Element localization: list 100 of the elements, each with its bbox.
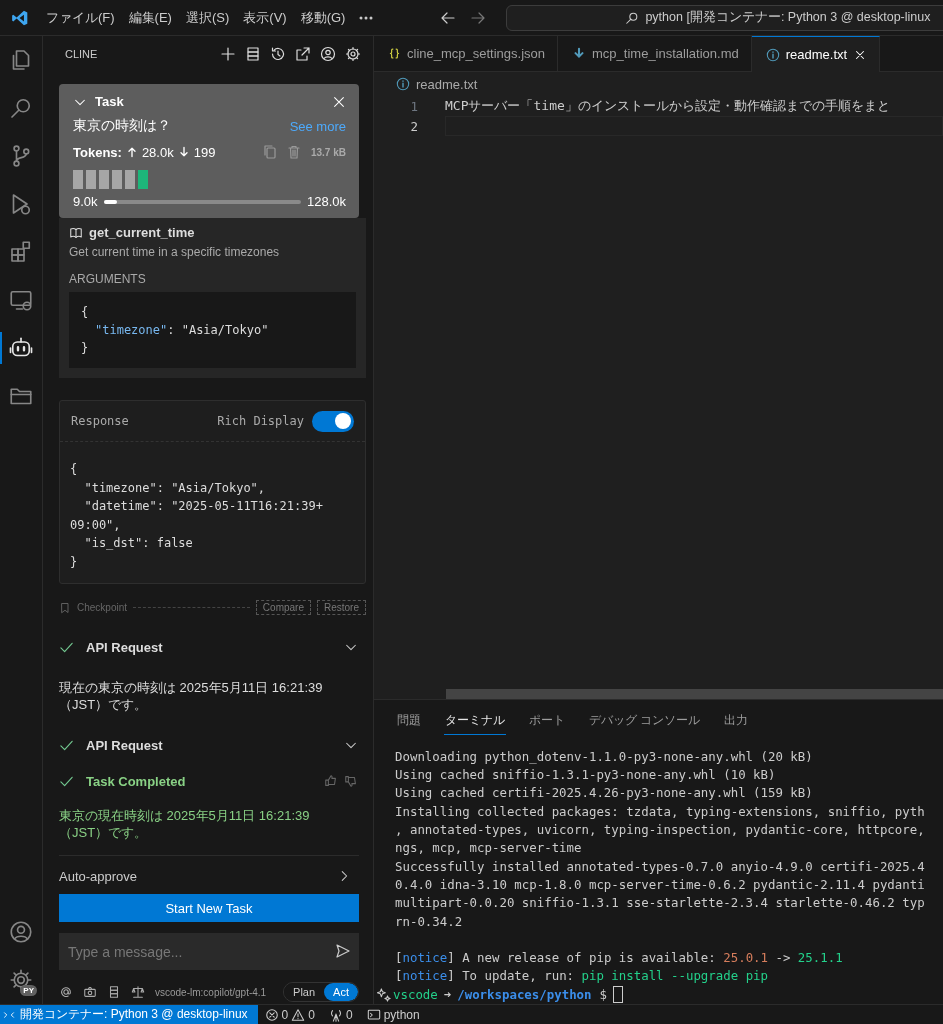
editor-tab[interactable]: readme.txt	[751, 36, 881, 72]
line-number: 1	[409, 98, 418, 114]
terminal-line: ngs, mcp, mcp-server-time	[395, 839, 583, 858]
server-icon[interactable]	[245, 46, 261, 62]
open-external-icon[interactable]	[295, 46, 311, 62]
sidebar-title: CLINE	[65, 48, 99, 60]
camera-icon[interactable]	[83, 985, 97, 999]
editor-tab[interactable]: mcp_time_installation.md	[558, 36, 752, 72]
code-line: 09:00",	[70, 516, 122, 534]
terminal-line: Using cached sniffio-1.3.1-py3-none-any.whl (10 kB)	[395, 766, 777, 785]
info-icon	[765, 47, 780, 62]
code-line: {	[81, 304, 90, 321]
terminal-line: , annotated-types, uvicorn, typing-inspection, pydantic-core, httpcore,	[395, 821, 926, 840]
mode-toggle[interactable]: Act	[324, 983, 358, 1001]
panel-tab[interactable]: 問題	[396, 708, 422, 735]
checkpoint-label: Checkpoint	[77, 602, 128, 613]
menu-item[interactable]: 移動(G)	[293, 4, 353, 31]
auto-approve-label[interactable]: Auto-approve	[59, 868, 337, 884]
panel-tab[interactable]: ターミナル	[444, 708, 506, 735]
rich-display-toggle[interactable]	[312, 410, 354, 432]
menu-item[interactable]: ファイル(F)	[39, 4, 122, 31]
problems-indicator[interactable]: 0 0	[257, 1007, 322, 1022]
send-icon[interactable]	[335, 943, 351, 959]
book-icon	[69, 225, 83, 240]
panel-tab[interactable]: ポート	[528, 708, 566, 735]
code-line: {	[70, 461, 79, 478]
terminal-cursor	[613, 986, 623, 1004]
prompt-symbol: $	[599, 985, 607, 1004]
checkpoint-button[interactable]: Compare	[255, 600, 311, 615]
thumbs-up-icon[interactable]	[324, 774, 338, 788]
code-line: MCPサーバー「time」のインストールから設定・動作確認までの手順をまと	[445, 97, 890, 115]
model-name[interactable]: vscode-lm:copilot/gpt-4.1	[155, 986, 274, 998]
terminal-line: Installing collected packages: tzdata, typing-extensions, sniffio, pyth	[395, 802, 926, 821]
arrow-up-icon	[125, 146, 138, 158]
context-used: 9.0k	[73, 194, 98, 209]
menu-item[interactable]: 表示(V)	[236, 4, 294, 31]
terminal-line: Downloading python_dotenv-1.1.0-py3-none-any.whl (20 kB)	[395, 747, 814, 766]
task-completed-label: Task Completed	[86, 773, 187, 789]
task-question: 東京の時刻は？	[73, 117, 172, 135]
monitor-icon[interactable]	[9, 288, 33, 312]
context-total: 128.0k	[306, 194, 346, 209]
scale-icon[interactable]	[131, 985, 145, 999]
menu-item[interactable]: 編集(E)	[121, 4, 179, 31]
plus-icon[interactable]	[220, 46, 236, 62]
tool-description: Get current time in a specific timezones	[69, 245, 281, 259]
search-icon	[625, 10, 640, 25]
terminal-line: multipart-0.0.20 sniffio-1.3.1 sse-starlette-2.3.4 starlette-0.46.2 typ	[395, 894, 926, 913]
command-center-search[interactable]: python [開発コンテナー: Python 3 @ desktop-linux	[506, 4, 943, 31]
panel-tab[interactable]: デバッグ コンソール	[588, 708, 702, 735]
panel-tab[interactable]: 出力	[723, 708, 750, 735]
tokens-down: 199	[193, 144, 216, 160]
editor-tab[interactable]: cline_mcp_settings.json	[374, 36, 559, 72]
braces-icon	[388, 47, 401, 60]
code-line: }	[81, 340, 90, 357]
history-icon[interactable]	[270, 46, 286, 62]
prompt-path: /workspaces/python	[457, 985, 592, 1004]
terminal-icon	[366, 1007, 381, 1022]
code-line: "timezone": "Asia/Tokyo"	[94, 322, 270, 339]
api-request-label: API Request	[86, 737, 164, 753]
horizontal-scrollbar[interactable]	[446, 689, 943, 699]
code-line: "datetime": "2025-05-11T16:21:39+	[83, 498, 324, 515]
error-icon	[264, 1007, 279, 1022]
tool-name: get_current_time	[89, 225, 195, 240]
terminal-line: rn-0.34.2	[395, 912, 464, 931]
sparkle-icon	[377, 987, 391, 1002]
checkpoint-button[interactable]: Restore	[317, 600, 366, 615]
api-request-label: API Request	[86, 639, 164, 655]
message-input[interactable]: Type a message...	[59, 933, 359, 970]
code-line: "timezone": "Asia/Tokyo",	[83, 479, 267, 497]
arguments-label: ARGUMENTS	[69, 272, 147, 286]
search-icon[interactable]	[9, 96, 33, 120]
terminal-line: Successfully installed annotated-types-0.7.0 anyio-4.9.0 certifi-2025.4	[395, 857, 926, 876]
assistant-message: 現在の東京の時刻は 2025年5月11日 16:21:39（JST）です。	[59, 679, 324, 713]
terminal-line: 0.4.0 idna-3.10 mcp-1.8.0 mcp-server-time-0.6.2 pydantic-2.11.4 pydanti	[395, 875, 926, 894]
terminal-line: Using cached certifi-2025.4.26-py3-none-any.whl (159 kB)	[395, 784, 814, 803]
close-icon[interactable]	[332, 94, 346, 109]
code-line: }	[70, 553, 79, 571]
server-icon[interactable]	[107, 985, 121, 999]
breadcrumb[interactable]: readme.txt	[416, 76, 478, 92]
tokens-up: 28.0k	[141, 144, 174, 160]
at-sign-icon[interactable]	[59, 985, 73, 999]
code-line: "is_dst": false	[83, 535, 194, 552]
thumbs-down-icon[interactable]	[344, 774, 358, 788]
task-size: 13.7 kB	[310, 146, 346, 158]
profile-badge: PY	[20, 985, 37, 996]
vscode-logo-icon	[11, 8, 29, 27]
prompt-user: vscode	[393, 985, 438, 1004]
menu-item[interactable]: 選択(S)	[178, 4, 237, 31]
warning-icon	[291, 1007, 306, 1022]
extensions-icon[interactable]	[9, 240, 33, 264]
start-new-task-button[interactable]: Start New Task	[59, 894, 359, 922]
bookmark-icon	[59, 601, 71, 614]
info-icon	[396, 77, 410, 91]
terminal-indicator[interactable]: python	[359, 1007, 427, 1022]
response-title: Response	[71, 414, 130, 428]
terminal-line: [notice] A new release of pip is available: 25.0.1 -> 25.1.1	[395, 949, 844, 968]
ports-indicator[interactable]: 0	[321, 1007, 360, 1022]
task-title: Task	[95, 94, 125, 109]
line-number: 2	[409, 118, 418, 134]
remote-indicator[interactable]: 開発コンテナー: Python 3 @ desktop-linux	[0, 1004, 258, 1024]
